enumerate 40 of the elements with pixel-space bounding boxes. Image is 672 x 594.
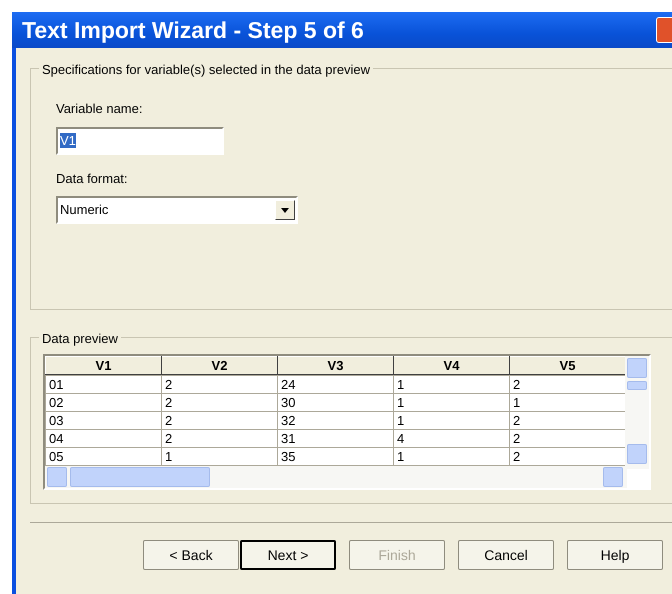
horizontal-scrollbar[interactable] (45, 466, 627, 488)
variable-name-field[interactable]: V1 (56, 126, 224, 154)
table-cell: 2 (162, 412, 278, 430)
table-cell: 1 (394, 376, 510, 394)
column-header[interactable]: V2 (162, 356, 278, 374)
column-header[interactable]: V3 (278, 356, 394, 374)
table-cell: 04 (46, 430, 162, 448)
wizard-button[interactable]: Help (567, 540, 663, 570)
window-title: Text Import Wizard - Step 5 of 6 (22, 16, 364, 45)
field-label: Variable name: (56, 100, 142, 118)
wizard-button[interactable]: Next > (240, 540, 336, 570)
scroll-thumb[interactable] (627, 381, 647, 390)
table-cell: 1 (394, 394, 510, 412)
scroll-left-button[interactable] (47, 467, 67, 487)
data-format-dropdown[interactable]: Numeric (56, 196, 298, 224)
scroll-down-button[interactable] (627, 444, 647, 464)
table-cell: 1 (394, 412, 510, 430)
table-cell: 4 (394, 430, 510, 448)
column-header[interactable]: V4 (394, 356, 510, 374)
table-cell: 2 (162, 376, 278, 394)
scroll-right-button[interactable] (603, 467, 623, 487)
table-cell: 31 (278, 430, 394, 448)
column-header[interactable]: V5 (510, 356, 626, 374)
vertical-scrollbar[interactable] (625, 356, 649, 469)
table-cell: 2 (162, 394, 278, 412)
table-cell: 03 (46, 412, 162, 430)
table-cell: 32 (278, 412, 394, 430)
table-cell: 24 (278, 376, 394, 394)
wizard-button[interactable]: Cancel (458, 540, 554, 570)
table-cell: 2 (162, 430, 278, 448)
table-cell: 30 (278, 394, 394, 412)
column-header[interactable]: V1 (46, 356, 162, 374)
field-label: Data format: (56, 170, 128, 188)
table-cell: 02 (46, 394, 162, 412)
wizard-button[interactable]: < Back (143, 540, 239, 570)
table-cell: 01 (46, 376, 162, 394)
scroll-up-button[interactable] (627, 358, 647, 378)
scroll-thumb[interactable] (70, 467, 210, 487)
caret-icon (281, 208, 289, 212)
dropdown-button[interactable] (275, 200, 295, 220)
